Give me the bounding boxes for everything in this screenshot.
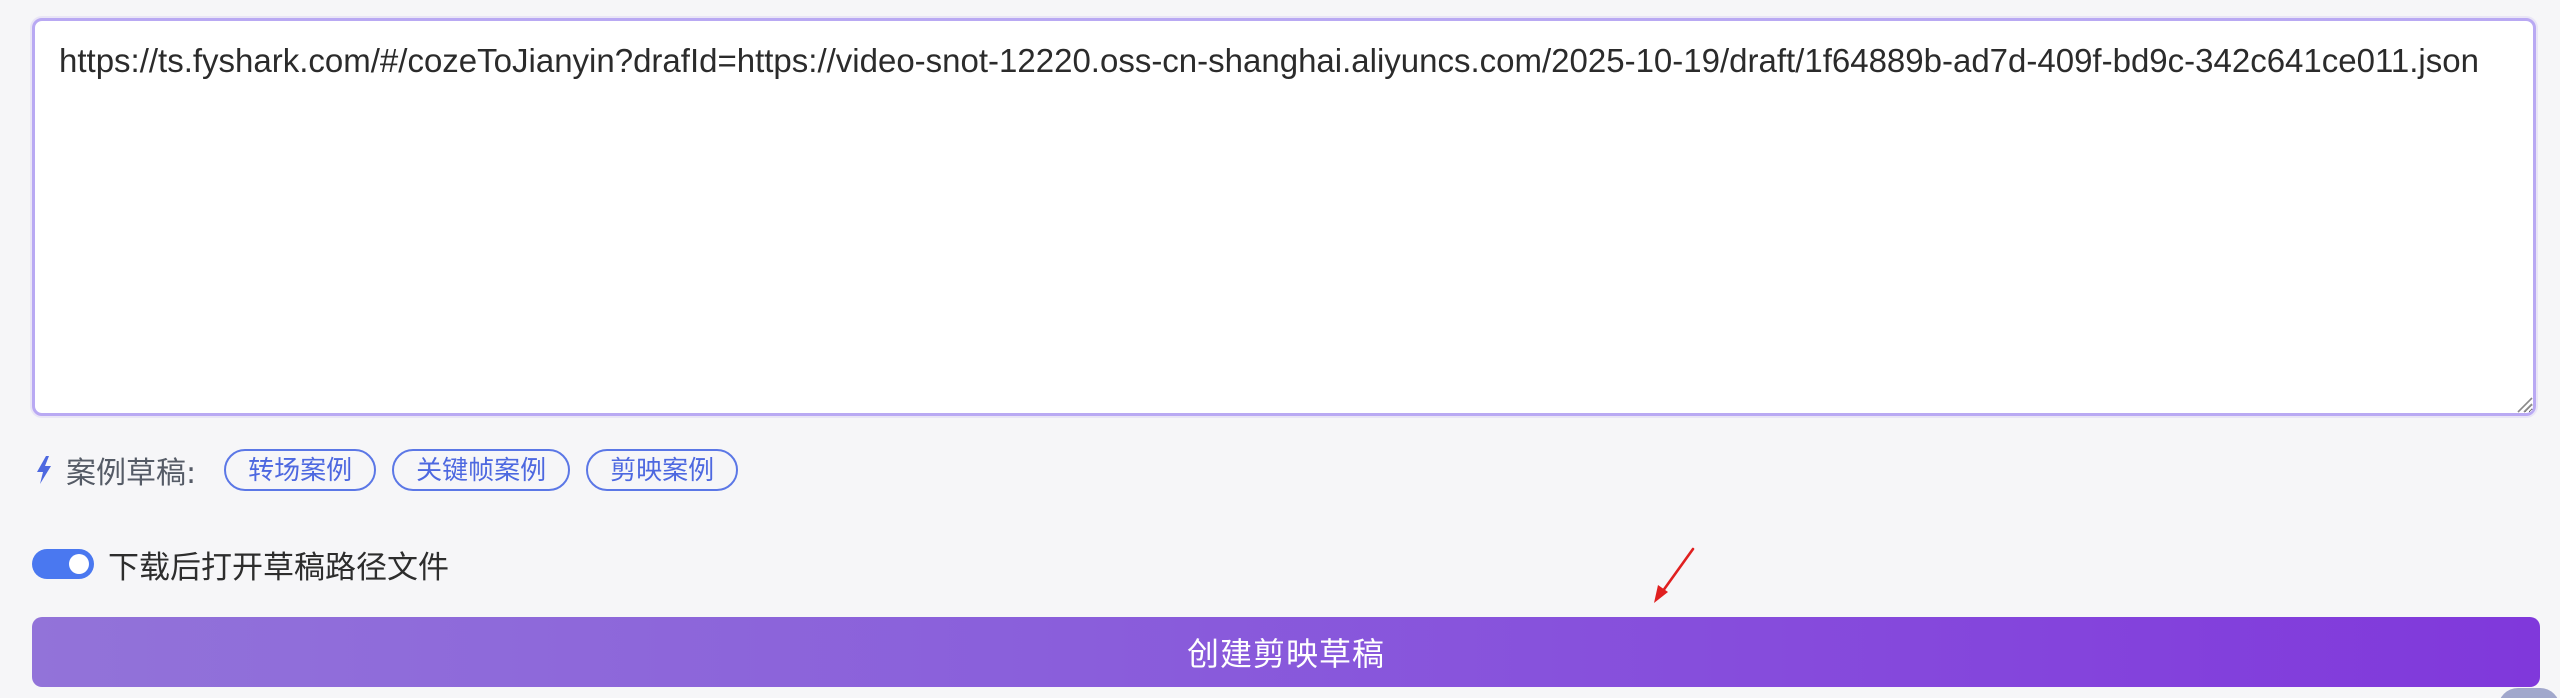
- toggle-knob: [69, 554, 89, 574]
- example-drafts-row: 案例草稿: 转场案例 关键帧案例 剪映案例: [34, 447, 754, 493]
- bolt-icon: [37, 456, 51, 484]
- resize-grip-icon[interactable]: [2515, 395, 2533, 413]
- draft-url-textarea[interactable]: https://ts.fyshark.com/#/cozeToJianyin?d…: [32, 18, 2536, 416]
- example-chip-jianying[interactable]: 剪映案例: [586, 449, 739, 491]
- example-chip-transition[interactable]: 转场案例: [224, 449, 377, 491]
- example-drafts-label: 案例草稿:: [66, 456, 197, 491]
- open-folder-option: 下载后打开草稿路径文件: [32, 544, 449, 586]
- floating-widget-edge[interactable]: [2498, 688, 2560, 698]
- red-arrow-icon: [1654, 547, 1695, 603]
- page: https://ts.fyshark.com/#/cozeToJianyin?d…: [0, 0, 2560, 698]
- open-folder-toggle-label: 下载后打开草稿路径文件: [108, 549, 449, 586]
- create-draft-button[interactable]: 创建剪映草稿: [32, 617, 2540, 687]
- example-chip-keyframe[interactable]: 关键帧案例: [392, 449, 571, 491]
- open-folder-toggle[interactable]: [32, 549, 94, 579]
